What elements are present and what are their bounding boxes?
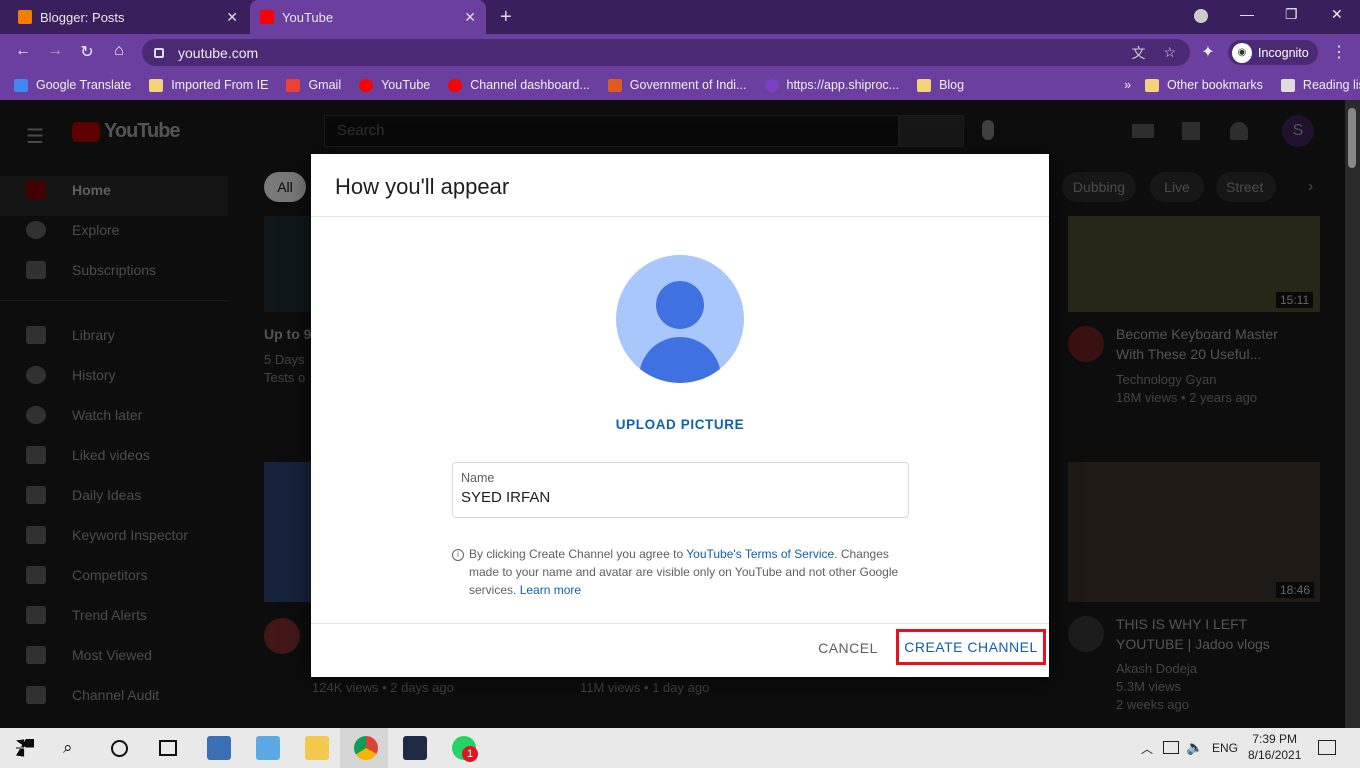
incognito-badge[interactable]: ◉ Incognito [1228,40,1318,65]
cancel-button[interactable]: CANCEL [806,640,890,660]
youtube-icon [359,78,374,92]
gmail-icon [286,78,301,92]
calculator-icon[interactable] [207,736,231,760]
bookmarks-bar: Google Translate Imported From IE Gmail … [0,70,1360,100]
extensions-icon[interactable]: ✦ [1197,42,1219,62]
upload-picture-button[interactable]: UPLOAD PICTURE [311,417,1049,432]
reading-list[interactable]: Reading list [1280,78,1360,92]
bookmarks-overflow[interactable]: » [1124,78,1131,92]
action-center-icon[interactable] [1318,740,1336,755]
tab-title: Blogger: Posts [40,9,125,25]
learn-more-link[interactable]: Learn more [520,583,581,597]
dialog-title: How you'll appear [335,174,510,199]
bookmark-other[interactable]: Other bookmarks [1145,78,1263,92]
lock-icon [154,47,164,58]
create-channel-dialog: How you'll appear UPLOAD PICTURE Name i … [311,154,1049,677]
tab-youtube[interactable]: YouTube ✕ [250,0,486,34]
bookmark-gmail[interactable]: Gmail [286,78,341,92]
info-icon: i [452,549,464,561]
filmora-icon[interactable] [403,736,427,760]
close-tab-icon[interactable]: ✕ [226,9,238,26]
name-label: Name [461,471,495,485]
home-icon[interactable]: ⌂ [108,42,130,60]
youtube-icon [260,10,274,24]
search-icon[interactable]: ⌕ [63,738,73,758]
divider [311,216,1049,217]
menu-icon[interactable]: ⋮ [1328,42,1350,62]
address-bar[interactable]: youtube.com 文 ☆ [142,39,1190,66]
name-field[interactable]: Name [452,462,909,518]
bookmark-imported[interactable]: Imported From IE [149,78,268,92]
bookmark-shiprocket[interactable]: https://app.shiproc... [764,78,899,92]
close-tab-icon[interactable]: ✕ [464,9,476,26]
youtube-icon [448,78,463,92]
folder-icon [149,78,164,92]
page-scrollbar[interactable] [1345,100,1360,728]
url-text: youtube.com [178,44,259,61]
windows-taskbar [0,728,1360,768]
reload-icon[interactable]: ↻ [76,42,98,62]
cortana-icon[interactable] [111,740,128,757]
translate-icon[interactable]: 文 [1131,43,1145,63]
close-window-icon[interactable]: ✕ [1331,6,1343,23]
name-input[interactable] [461,489,891,506]
back-icon[interactable]: ← [12,42,34,60]
tab-bar: Blogger: Posts ✕ YouTube ✕ + — ❐ ✕ [0,0,1360,34]
network-icon[interactable] [1163,741,1179,754]
blogger-icon [18,10,32,24]
divider [311,623,1049,624]
chrome-icon[interactable] [354,736,378,760]
forward-icon[interactable]: → [44,42,66,60]
avatar-placeholder-icon [616,255,744,383]
task-view-icon[interactable] [159,740,177,756]
clock-time: 7:39 PM [1252,732,1298,746]
restore-icon[interactable]: ❐ [1285,6,1298,23]
folder-icon [1145,78,1160,92]
bookmark-youtube[interactable]: YouTube [359,78,430,92]
control-panel-icon[interactable] [256,736,280,760]
terms-text: By clicking Create Channel you agree to … [469,547,899,597]
tab-blogger[interactable]: Blogger: Posts ✕ [8,0,248,34]
translate-icon [14,78,28,92]
folder-icon [917,78,932,92]
notification-badge: 1 [462,746,478,762]
new-tab-icon[interactable]: + [500,6,512,29]
tab-title: YouTube [282,9,334,25]
tab-search-icon[interactable] [1194,9,1208,23]
clock-date: 8/16/2021 [1248,748,1302,762]
file-explorer-icon[interactable] [305,736,329,760]
create-channel-button[interactable]: CREATE CHANNEL [896,629,1046,665]
terms-of-service-link[interactable]: YouTube's Terms of Service [686,547,834,561]
minimize-icon[interactable]: — [1240,6,1254,22]
bookmark-government[interactable]: Government of Indi... [607,78,747,92]
bookmark-blog[interactable]: Blog [917,78,964,92]
language-indicator[interactable]: ENG [1212,741,1238,755]
shiprocket-icon [764,78,779,92]
reading-list-icon [1280,78,1295,92]
bookmark-google-translate[interactable]: Google Translate [14,78,131,92]
incognito-label: Incognito [1258,45,1309,60]
bookmark-channel-dashboard[interactable]: Channel dashboard... [448,78,590,92]
incognito-icon: ◉ [1232,42,1252,63]
chevron-up-icon[interactable]: ︿ [1141,740,1153,757]
scrollbar-thumb[interactable] [1348,108,1356,168]
star-icon[interactable]: ☆ [1163,44,1176,61]
clock[interactable]: 7:39 PM 8/16/2021 [1248,731,1301,763]
volume-icon[interactable]: 🔈 [1186,739,1203,756]
gov-icon [607,78,622,92]
